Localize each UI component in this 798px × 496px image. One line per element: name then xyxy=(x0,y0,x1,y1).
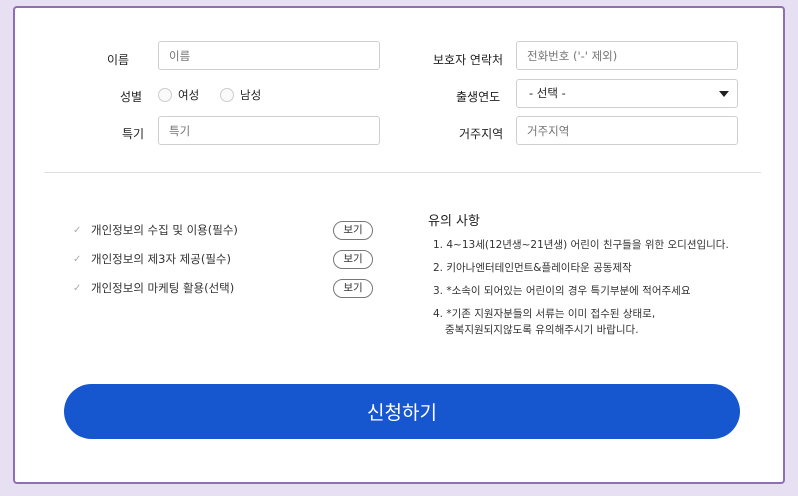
region-label: 거주지역 xyxy=(459,127,504,141)
notice-list: 1. 4~13세(12년생~21년생) 어린이 친구들을 위한 오디션입니다. … xyxy=(433,237,773,345)
gender-radio-female[interactable]: 여성 xyxy=(158,87,199,103)
view-button[interactable]: 보기 xyxy=(333,279,373,298)
chevron-down-icon xyxy=(719,91,729,97)
notice-item: 2. 키아나엔터테인먼트&플레이타운 공동제작 xyxy=(433,262,632,274)
birth-year-select[interactable]: - 선택 - xyxy=(516,79,738,108)
gender-option-label: 여성 xyxy=(178,88,200,102)
check-icon: ✓ xyxy=(73,253,82,265)
application-form-card: 이름 보호자 연락처 성별 여성 남성 출생연도 - 선택 - 특기 거주지역 … xyxy=(13,6,785,484)
check-icon: ✓ xyxy=(73,282,82,294)
region-input[interactable] xyxy=(516,116,738,145)
birth-year-value: - 선택 - xyxy=(529,86,566,100)
submit-button[interactable]: 신청하기 xyxy=(64,384,740,439)
radio-circle xyxy=(220,88,234,102)
talent-input[interactable] xyxy=(158,116,380,145)
notice-item: 중복지원되지않도록 유의해주시기 바랍니다. xyxy=(445,324,639,336)
gender-option-label: 남성 xyxy=(240,88,262,102)
view-button[interactable]: 보기 xyxy=(333,221,373,240)
check-icon: ✓ xyxy=(73,224,82,236)
guardian-contact-input[interactable] xyxy=(516,41,738,70)
notice-item: 1. 4~13세(12년생~21년생) 어린이 친구들을 위한 오디션입니다. xyxy=(433,239,729,251)
divider xyxy=(44,172,761,173)
gender-radio-male[interactable]: 남성 xyxy=(220,87,261,103)
view-button[interactable]: 보기 xyxy=(333,250,373,269)
radio-circle xyxy=(158,88,172,102)
notice-title: 유의 사항 xyxy=(428,214,480,229)
name-label: 이름 xyxy=(107,53,130,67)
notice-item: 4. *기존 지원자분들의 서류는 이미 접수된 상태로, xyxy=(433,308,656,320)
name-input[interactable] xyxy=(158,41,380,70)
guardian-contact-label: 보호자 연락처 xyxy=(433,53,504,67)
notice-item: 3. *소속이 되어있는 어린이의 경우 특기부분에 적어주세요 xyxy=(433,285,691,297)
birth-year-label: 출생연도 xyxy=(456,90,501,104)
talent-label: 특기 xyxy=(122,127,145,141)
gender-label: 성별 xyxy=(120,90,143,104)
